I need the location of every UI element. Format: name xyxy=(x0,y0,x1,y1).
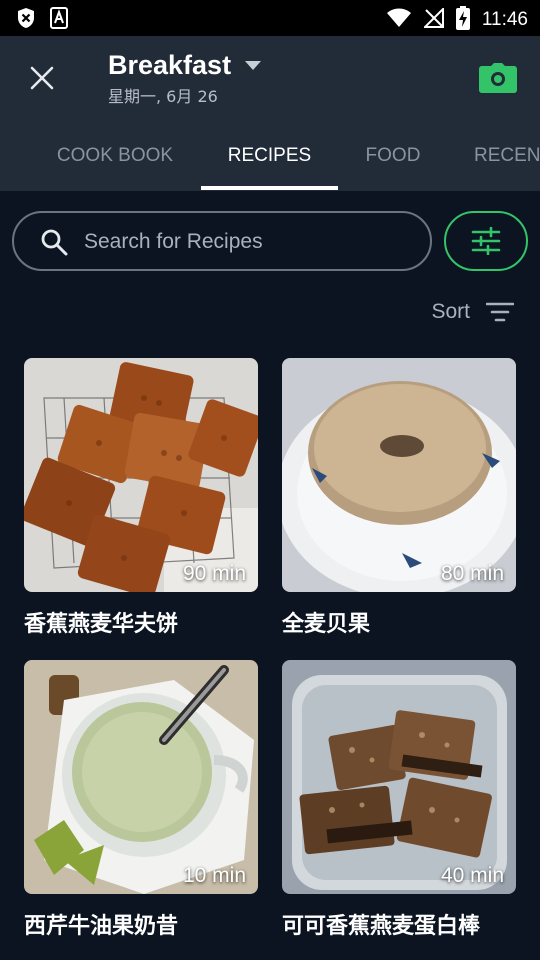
recipe-duration: 80 min xyxy=(440,562,504,585)
filter-button[interactable] xyxy=(444,211,528,271)
search-input[interactable] xyxy=(84,225,414,259)
waffles-image: 90 min xyxy=(24,358,258,592)
sort-icon xyxy=(486,302,514,322)
recipe-name: 西芹牛油果奶昔 xyxy=(24,914,179,939)
app-header: Breakfast 星期一, 6月 26 COOK BOOK RECIPES F… xyxy=(0,36,540,191)
recipe-duration: 90 min xyxy=(182,562,246,585)
protein-bars-image: 40 min xyxy=(282,660,516,894)
tab-recipes[interactable]: RECIPES xyxy=(201,136,338,191)
date-subtitle: 星期一, 6月 26 xyxy=(108,87,218,106)
status-bar: 11:46 xyxy=(0,0,540,36)
close-button[interactable] xyxy=(22,58,62,98)
camera-icon xyxy=(479,63,517,93)
sort-control[interactable]: Sort xyxy=(431,300,514,324)
search-row xyxy=(12,211,528,271)
camera-button[interactable] xyxy=(478,58,518,98)
bagel-image: 80 min xyxy=(282,358,516,592)
wifi-icon xyxy=(386,8,412,32)
recipe-card[interactable]: 80 min 全麦贝果 xyxy=(282,358,516,638)
battery-charging-icon xyxy=(455,6,470,34)
font-a-icon xyxy=(50,7,68,33)
shield-x-icon xyxy=(16,7,36,33)
close-icon xyxy=(30,66,54,90)
tab-recent[interactable]: RECEN xyxy=(474,136,540,191)
recipe-name: 全麦贝果 xyxy=(282,612,371,637)
status-time: 11:46 xyxy=(481,9,528,30)
tab-food[interactable]: FOOD xyxy=(352,136,434,191)
meal-selector[interactable]: Breakfast 星期一, 6月 26 xyxy=(108,50,262,107)
recipe-card[interactable]: 40 min 可可香蕉燕麦蛋白棒 xyxy=(282,660,516,940)
recipe-duration: 40 min xyxy=(440,864,504,887)
recipe-duration: 10 min xyxy=(182,864,246,887)
page-title: Breakfast xyxy=(108,50,232,80)
recipe-name: 可可香蕉燕麦蛋白棒 xyxy=(282,914,481,939)
search-icon xyxy=(41,229,68,256)
caret-down-icon xyxy=(245,60,262,70)
tab-cook-book[interactable]: COOK BOOK xyxy=(46,136,184,191)
no-signal-icon xyxy=(422,6,444,32)
recipe-card[interactable]: 10 min 西芹牛油果奶昔 xyxy=(24,660,258,940)
recipe-card[interactable]: 90 min 香蕉燕麦华夫饼 xyxy=(24,358,258,638)
tab-bar: COOK BOOK RECIPES FOOD RECEN xyxy=(0,136,540,191)
smoothie-image: 10 min xyxy=(24,660,258,894)
recipe-name: 香蕉燕麦华夫饼 xyxy=(24,612,179,637)
filter-sliders-icon xyxy=(471,227,501,255)
sort-label: Sort xyxy=(431,300,470,323)
active-tab-indicator xyxy=(201,186,338,190)
search-box[interactable] xyxy=(12,211,432,271)
